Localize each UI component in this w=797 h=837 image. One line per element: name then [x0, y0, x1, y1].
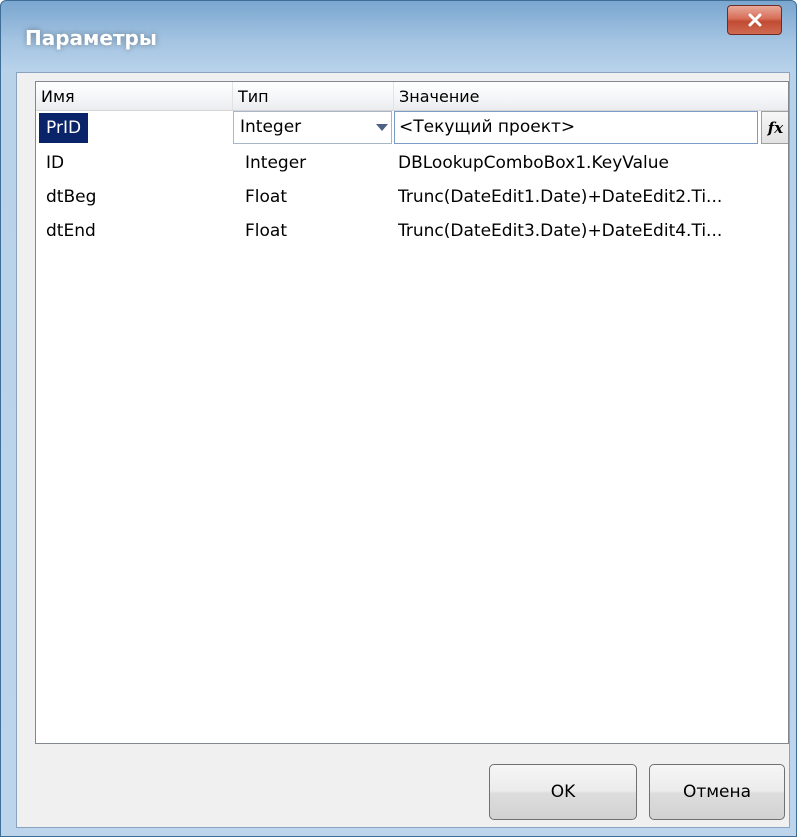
table-row[interactable]: dtEnd Float Trunc(DateEdit3.Date)+DateEd… — [36, 214, 788, 248]
row-name-cell[interactable]: dtEnd — [46, 214, 231, 248]
row-name-cell[interactable]: dtBeg — [46, 180, 231, 214]
dialog-client-area: Имя Тип Значение PrID Integer <Текущий п… — [16, 72, 790, 828]
table-row[interactable]: dtBeg Float Trunc(DateEdit1.Date)+DateEd… — [36, 180, 788, 214]
row-type-cell[interactable]: Float — [245, 180, 390, 214]
row-type-cell[interactable]: Float — [245, 214, 390, 248]
row-type-cell[interactable]: Integer — [245, 146, 390, 180]
cancel-button[interactable]: Отмена — [649, 764, 785, 820]
title-bar[interactable]: Параметры — [1, 1, 796, 73]
grid-header: Имя Тип Значение — [36, 82, 788, 111]
row-value-cell[interactable]: DBLookupComboBox1.KeyValue — [398, 146, 786, 180]
ok-button[interactable]: OK — [489, 764, 637, 820]
close-button[interactable] — [727, 5, 782, 35]
table-row[interactable]: PrID Integer <Текущий проект> fx — [36, 111, 788, 145]
value-input-text: <Текущий проект> — [399, 117, 576, 137]
column-header-value[interactable]: Значение — [394, 82, 788, 110]
type-select[interactable]: Integer — [233, 111, 392, 144]
window-title: Параметры — [25, 26, 157, 50]
row-value-cell[interactable]: Trunc(DateEdit1.Date)+DateEdit2.Ti... — [398, 180, 786, 214]
chevron-down-icon[interactable] — [375, 123, 389, 132]
column-header-name[interactable]: Имя — [36, 82, 233, 110]
parameters-grid[interactable]: Имя Тип Значение PrID Integer <Текущий п… — [35, 81, 789, 744]
parameters-dialog: Параметры Имя Тип Значение PrID Integer — [0, 0, 797, 837]
value-input[interactable]: <Текущий проект> — [394, 111, 758, 144]
function-button[interactable]: fx — [761, 111, 788, 144]
row-name-cell-selected[interactable]: PrID — [39, 113, 89, 143]
type-select-value: Integer — [240, 117, 302, 137]
row-name-cell[interactable]: ID — [46, 146, 231, 180]
table-row[interactable]: ID Integer DBLookupComboBox1.KeyValue — [36, 146, 788, 180]
column-header-type[interactable]: Тип — [233, 82, 394, 110]
row-value-cell[interactable]: Trunc(DateEdit3.Date)+DateEdit4.Ti... — [398, 214, 786, 248]
close-icon — [748, 13, 761, 27]
